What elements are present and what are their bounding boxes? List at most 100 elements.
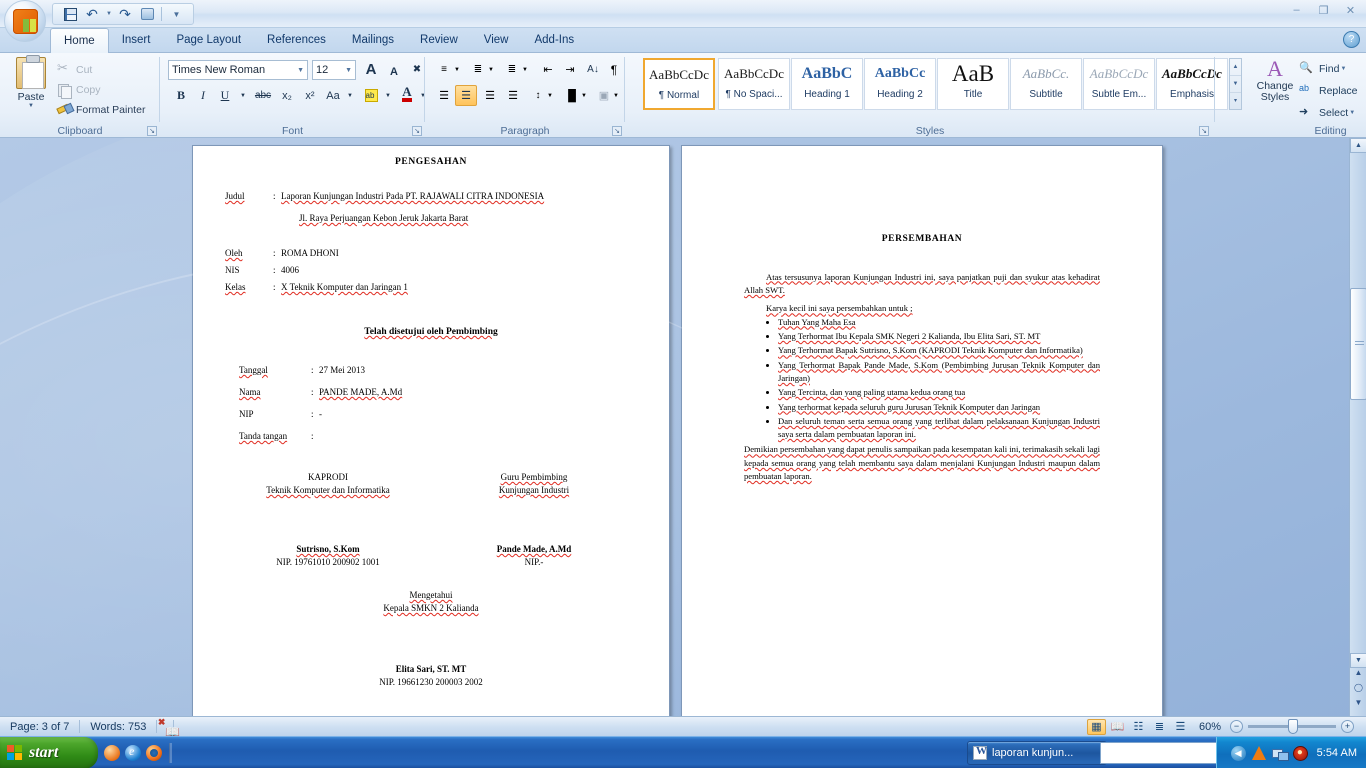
save-icon[interactable] xyxy=(60,5,80,23)
select-browse-object-icon[interactable]: ◯ xyxy=(1351,683,1366,698)
subscript-button[interactable]: x₂ xyxy=(276,85,298,106)
style-normal[interactable]: AaBbCcDc ¶ Normal xyxy=(643,58,715,110)
print-preview-icon[interactable] xyxy=(137,5,157,23)
view-outline[interactable]: ≣ xyxy=(1150,719,1169,735)
copy-button[interactable]: Copy xyxy=(56,81,101,99)
paragraph-dialog-launcher[interactable]: ↘ xyxy=(612,126,622,136)
network-icon[interactable] xyxy=(1271,746,1289,761)
line-spacing-dropdown[interactable]: ▼ xyxy=(545,85,555,106)
shading-dropdown[interactable]: ▼ xyxy=(579,85,589,106)
close-button[interactable]: ✕ xyxy=(1339,2,1362,18)
style-subtitle[interactable]: AaBbCc. Subtitle xyxy=(1010,58,1082,110)
show-formatting-marks-button[interactable]: ¶ xyxy=(603,59,625,80)
underline-dropdown[interactable]: ▼ xyxy=(234,85,252,106)
bold-button[interactable]: B xyxy=(170,85,192,106)
style-title[interactable]: AaB Title xyxy=(937,58,1009,110)
multilevel-dropdown[interactable]: ▼ xyxy=(520,59,530,80)
select-button[interactable]: ➜ Select ▼ xyxy=(1299,105,1355,121)
clipboard-dialog-launcher[interactable]: ↘ xyxy=(147,126,157,136)
style-emphasis[interactable]: AaBbCcDc Emphasis xyxy=(1156,58,1228,110)
document-canvas[interactable]: PENGESAHAN Judul : Laporan Kunjungan Ind… xyxy=(0,138,1366,716)
styles-scroll-up-icon[interactable]: ▲ xyxy=(1230,59,1241,76)
avira-icon[interactable] xyxy=(1292,745,1308,761)
taskbar-item-word[interactable]: laporan kunjun... xyxy=(967,741,1107,765)
previous-page-icon[interactable]: ▲ xyxy=(1351,668,1366,683)
start-button[interactable]: start xyxy=(0,737,98,768)
next-page-icon[interactable]: ▼ xyxy=(1351,698,1366,713)
scrollbar-thumb[interactable] xyxy=(1350,288,1366,400)
view-draft[interactable]: ☰ xyxy=(1171,719,1190,735)
clock[interactable]: 5:54 AM xyxy=(1314,747,1357,759)
styles-dialog-launcher[interactable]: ↘ xyxy=(1199,126,1209,136)
font-name-input[interactable]: Times New Roman ▼ xyxy=(168,60,308,80)
format-painter-button[interactable]: Format Painter xyxy=(56,101,145,119)
justify-button[interactable]: ☰ xyxy=(502,85,524,106)
style-no-spacing[interactable]: AaBbCcDc ¶ No Spaci... xyxy=(718,58,790,110)
change-case-dropdown[interactable]: ▼ xyxy=(341,85,359,106)
zoom-in-button[interactable]: + xyxy=(1341,720,1354,733)
bullets-dropdown[interactable]: ▼ xyxy=(452,59,462,80)
borders-dropdown[interactable]: ▼ xyxy=(611,85,621,106)
tab-insert[interactable]: Insert xyxy=(109,28,164,53)
undo-icon[interactable]: ↶ xyxy=(82,5,102,23)
numbering-dropdown[interactable]: ▼ xyxy=(486,59,496,80)
undo-dropdown-icon[interactable]: ▼ xyxy=(104,5,113,23)
restore-button[interactable]: ❐ xyxy=(1312,2,1335,18)
superscript-button[interactable]: x² xyxy=(299,85,321,106)
align-center-button[interactable]: ☰ xyxy=(455,85,477,106)
office-button[interactable] xyxy=(4,0,46,42)
view-web-layout[interactable]: ☷ xyxy=(1129,719,1148,735)
document-page-4[interactable]: PERSEMBAHAN Atas tersusunya laporan Kunj… xyxy=(681,145,1163,716)
scroll-up-button[interactable]: ▲ xyxy=(1350,138,1366,153)
sort-button[interactable]: A↓ xyxy=(582,59,604,80)
vertical-scrollbar[interactable]: ▲ ▼ ▲ ◯ ▼ xyxy=(1349,138,1366,716)
underline-button[interactable]: U xyxy=(214,85,236,106)
view-full-screen-reading[interactable]: 📖 xyxy=(1108,719,1127,735)
zoom-thumb[interactable] xyxy=(1288,719,1298,734)
tab-review[interactable]: Review xyxy=(407,28,471,53)
font-dialog-launcher[interactable]: ↘ xyxy=(412,126,422,136)
scroll-down-button[interactable]: ▼ xyxy=(1350,653,1366,668)
help-icon[interactable]: ? xyxy=(1343,31,1360,48)
find-button[interactable]: 🔍 Find ▼ xyxy=(1299,61,1346,77)
vlc-icon[interactable] xyxy=(1251,746,1266,760)
tab-references[interactable]: References xyxy=(254,28,339,53)
firefox-icon[interactable] xyxy=(146,745,162,761)
replace-button[interactable]: ab Replace xyxy=(1299,83,1358,99)
zoom-level[interactable]: 60% xyxy=(1192,721,1228,733)
tab-page-layout[interactable]: Page Layout xyxy=(163,28,254,53)
tab-home[interactable]: Home xyxy=(50,28,109,53)
shrink-font-button[interactable]: A xyxy=(383,61,405,82)
internet-explorer-icon[interactable] xyxy=(125,744,141,761)
word-count[interactable]: Words: 753 xyxy=(80,721,156,733)
minimize-button[interactable]: – xyxy=(1285,2,1308,18)
align-right-button[interactable]: ☰ xyxy=(479,85,501,106)
customize-qat-icon[interactable]: ▼ xyxy=(166,5,186,23)
tab-add-ins[interactable]: Add-Ins xyxy=(521,28,587,53)
page-indicator[interactable]: Page: 3 of 7 xyxy=(0,721,79,733)
italic-button[interactable]: I xyxy=(192,85,214,106)
font-size-input[interactable]: 12 ▼ xyxy=(312,60,356,80)
zoom-slider[interactable]: − + xyxy=(1230,719,1362,734)
tab-view[interactable]: View xyxy=(471,28,522,53)
decrease-indent-button[interactable]: ⇤ xyxy=(537,59,559,80)
zoom-track[interactable] xyxy=(1248,719,1336,734)
styles-more-icon[interactable]: ▾ xyxy=(1230,93,1241,110)
style-heading-2[interactable]: AaBbCc Heading 2 xyxy=(864,58,936,110)
grow-font-button[interactable]: A xyxy=(360,59,382,80)
increase-indent-button[interactable]: ⇥ xyxy=(559,59,581,80)
view-print-layout[interactable]: ▦ xyxy=(1086,718,1106,735)
strikethrough-button[interactable]: abc xyxy=(252,85,274,106)
show-hidden-icons-icon[interactable]: ◀ xyxy=(1230,745,1246,761)
document-page-3[interactable]: PENGESAHAN Judul : Laporan Kunjungan Ind… xyxy=(192,145,670,716)
paste-button[interactable]: Paste ▼ xyxy=(10,55,52,109)
styles-scroll-down-icon[interactable]: ▼ xyxy=(1230,76,1241,93)
style-subtle-emphasis[interactable]: AaBbCcDc Subtle Em... xyxy=(1083,58,1155,110)
styles-gallery-scroll[interactable]: ▲ ▼ ▾ xyxy=(1229,58,1242,110)
style-heading-1[interactable]: AaBbC Heading 1 xyxy=(791,58,863,110)
zoom-out-button[interactable]: − xyxy=(1230,720,1243,733)
align-left-button[interactable]: ☰ xyxy=(433,85,455,106)
tab-mailings[interactable]: Mailings xyxy=(339,28,407,53)
show-desktop-icon[interactable] xyxy=(104,745,120,761)
highlight-dropdown[interactable]: ▼ xyxy=(379,85,397,106)
